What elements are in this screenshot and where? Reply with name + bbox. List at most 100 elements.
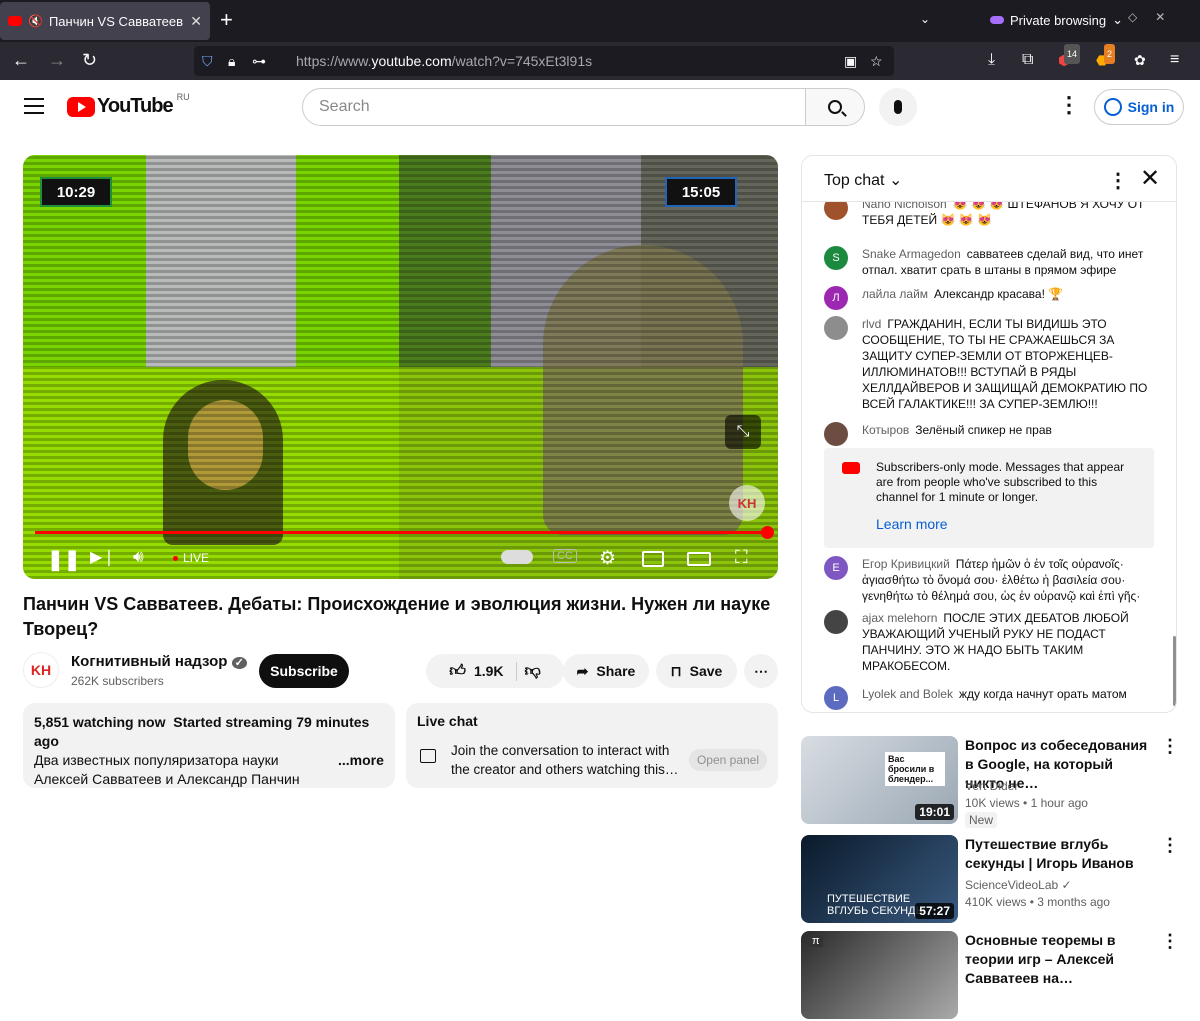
upload-age: 1 hour ago — [1030, 796, 1088, 810]
microphone-icon — [894, 100, 902, 114]
hamburger-menu-icon[interactable] — [24, 98, 44, 114]
recommendation-item[interactable]: ПУТЕШЕСТВИЕ ВГЛУБЬ СЕКУНДЫ 57:27 Путешеств… — [801, 835, 1181, 925]
chat-author[interactable]: Котыров — [862, 423, 909, 437]
browser-tab[interactable]: 🔇 Панчин VS Савватеев. ✕ — [0, 2, 210, 40]
recommendation-channel[interactable]: Vert Dider — [965, 779, 1018, 793]
chat-avatar[interactable] — [824, 316, 848, 340]
pause-icon[interactable]: ❚❚ — [47, 547, 81, 572]
search-input[interactable]: Search — [302, 88, 806, 126]
miniplayer-icon[interactable] — [642, 551, 664, 567]
description-text: Два известных популяризатора науки Алекс… — [34, 752, 300, 787]
video-thumbnail[interactable]: π — [801, 931, 958, 1019]
extensions-icon[interactable]: ⧉ — [1022, 50, 1033, 70]
settings-kebab-icon[interactable]: ⋮ — [1058, 94, 1080, 116]
recommendation-item[interactable]: Вас бросили в блендер... 19:01 Вопрос из с… — [801, 736, 1181, 828]
save-button[interactable]: ⊓ Save — [656, 654, 737, 688]
chat-avatar[interactable] — [824, 610, 848, 634]
url-path: /watch?v=745xEt3l91s — [451, 53, 593, 69]
chat-author[interactable]: rlvd — [862, 317, 881, 331]
chat-options-kebab-icon[interactable]: ⋮ — [1108, 168, 1128, 193]
minimize-icon[interactable]: ◇ — [1128, 10, 1137, 24]
recommendation-title[interactable]: Путешествие вглубь секунды | Игорь Ивано… — [965, 835, 1155, 873]
permissions-icon[interactable]: ⊶ — [252, 53, 266, 70]
recommendation-item[interactable]: π Основные теоремы в теории игр – Алексей… — [801, 931, 1181, 1021]
share-icon: ➦ — [576, 662, 589, 679]
chat-author[interactable]: Егор Кривицкий — [862, 557, 950, 571]
recommendation-kebab-icon[interactable]: ⋮ — [1161, 835, 1179, 856]
close-chat-icon[interactable]: ✕ — [1140, 164, 1160, 193]
chat-author[interactable]: лайла лайм — [862, 287, 928, 301]
chat-avatar[interactable]: L — [824, 686, 848, 710]
downloads-icon[interactable]: ⤓ — [988, 50, 995, 70]
menu-icon[interactable]: ≡ — [1170, 50, 1179, 70]
meta-separator: • — [1026, 895, 1038, 909]
lock-icon[interactable]: 🔒︎ — [228, 53, 235, 70]
extension-icon[interactable]: ⬣ 2 — [1096, 44, 1116, 70]
live-indicator[interactable]: LIVE — [173, 551, 209, 565]
scrubber-handle[interactable] — [761, 526, 774, 539]
chat-avatar[interactable]: Л — [824, 286, 848, 310]
theater-mode-icon[interactable] — [687, 552, 711, 566]
recommendation-kebab-icon[interactable]: ⋮ — [1161, 931, 1179, 952]
new-tab-button[interactable]: + — [220, 8, 233, 32]
browser-tab-bar: 🔇 Панчин VS Савватеев. ✕ + ⌄ Private bro… — [0, 0, 1200, 42]
forward-arrow-icon[interactable]: → — [48, 50, 66, 70]
video-player[interactable]: 10:29 15:05 ⤡ KH ❚❚ ▶❘ 🔊︎ LIVE CC ⚙ ⛶ — [23, 155, 778, 579]
chat-avatar[interactable]: S — [824, 246, 848, 270]
extension-badge-2: 2 — [1104, 44, 1116, 64]
reload-icon[interactable]: ↻ — [82, 50, 97, 70]
top-chat-dropdown[interactable]: Top chat ⌄ — [824, 170, 902, 190]
voice-search-button[interactable] — [879, 88, 917, 126]
fullscreen-icon[interactable]: ⛶ — [735, 547, 748, 568]
settings-gear-icon[interactable]: ⚙ — [599, 547, 616, 570]
miniplayer-expand-icon[interactable]: ⤡ — [725, 415, 761, 449]
more-link[interactable]: ...more — [334, 751, 384, 770]
bookmark-star-icon[interactable]: ☆ — [870, 53, 883, 70]
description-box[interactable]: 5,851 watching now Started streaming 79 … — [23, 703, 395, 788]
recommendation-meta: 10K views • 1 hour ago — [965, 796, 1088, 810]
dislike-button[interactable]: 👎︎ — [525, 662, 541, 681]
share-button[interactable]: ➦ Share — [563, 654, 649, 688]
ublock-extension-icon[interactable]: ⬢14 — [1058, 44, 1081, 70]
close-tab-icon[interactable]: ✕ — [190, 13, 202, 30]
chat-scrollbar[interactable] — [1173, 636, 1176, 706]
youtube-play-icon — [67, 96, 95, 117]
more-actions-button[interactable]: ⋯ — [744, 654, 778, 688]
open-panel-button[interactable]: Open panel — [689, 749, 767, 771]
shield-icon[interactable]: ⛉ — [202, 53, 213, 70]
puzzle-icon[interactable]: ✿ — [1134, 50, 1146, 70]
subscribe-button[interactable]: Subscribe — [259, 654, 349, 688]
channel-avatar[interactable]: KH — [23, 652, 59, 688]
chat-avatar[interactable]: E — [824, 556, 848, 580]
chat-avatar[interactable] — [824, 422, 848, 446]
recommendation-kebab-icon[interactable]: ⋮ — [1161, 736, 1179, 757]
youtube-logo[interactable]: YouTube RU — [67, 92, 190, 118]
close-window-icon[interactable]: ✕ — [1155, 10, 1165, 24]
private-browsing-label: Private browsing — [1010, 12, 1107, 28]
learn-more-link[interactable]: Learn more — [876, 517, 1138, 532]
chat-author[interactable]: Snake Armagedon — [862, 247, 961, 261]
sign-in-button[interactable]: Sign in — [1094, 89, 1184, 125]
chevron-down-icon[interactable]: ⌄ — [1112, 12, 1123, 28]
chat-author[interactable]: Lyolek and Bolek — [862, 687, 953, 701]
channel-watermark[interactable]: KH — [729, 485, 765, 521]
list-tabs-chevron-icon[interactable]: ⌄ — [920, 12, 930, 26]
reader-view-icon[interactable]: ▣ — [844, 53, 857, 70]
chat-author[interactable]: ajax melehorn — [862, 611, 937, 625]
volume-icon[interactable]: 🔊︎ — [133, 547, 144, 567]
channel-name[interactable]: Когнитивный надзор ✓ — [71, 653, 247, 670]
video-thumbnail[interactable]: Вас бросили в блендер... 19:01 — [801, 736, 958, 824]
progress-bar[interactable] — [35, 526, 774, 539]
logo-wordmark: YouTube — [97, 95, 174, 117]
chat-message: L Lyolek and Bolek жду когда начнут орать … — [824, 686, 1159, 710]
autoplay-toggle[interactable] — [501, 550, 533, 564]
like-button[interactable]: 👍︎ 1.9K — [449, 661, 517, 681]
search-button[interactable] — [805, 88, 865, 126]
video-thumbnail[interactable]: ПУТЕШЕСТВИЕ ВГЛУБЬ СЕКУНДЫ 57:27 — [801, 835, 958, 923]
recommendation-channel[interactable]: ScienceVideoLab ✓ — [965, 878, 1072, 892]
mute-tab-icon[interactable]: 🔇 — [28, 14, 43, 28]
url-bar[interactable]: ⛉ 🔒︎ ⊶ https://www. youtube.com/watch?v=7… — [194, 46, 894, 76]
next-icon[interactable]: ▶❘ — [90, 547, 116, 567]
back-arrow-icon[interactable]: ← — [12, 50, 30, 70]
captions-icon[interactable]: CC — [553, 549, 577, 563]
